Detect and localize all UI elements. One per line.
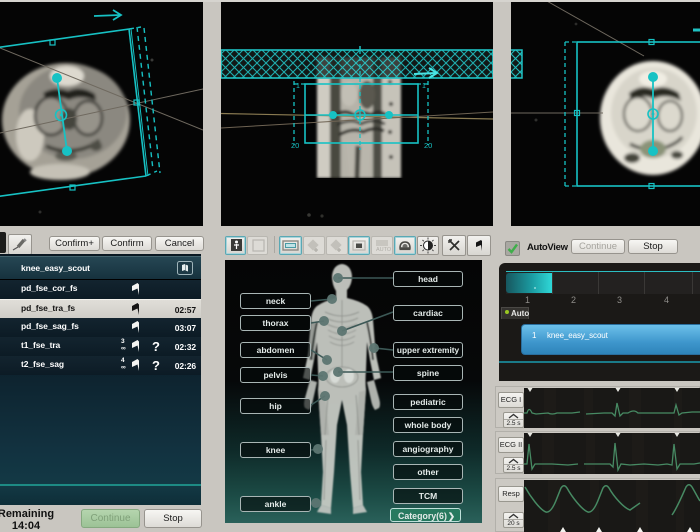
svg-text:1: 1: [296, 83, 300, 90]
svg-text:AUTO: AUTO: [376, 247, 392, 253]
svg-text:20: 20: [424, 141, 432, 150]
svg-text:1: 1: [422, 83, 426, 90]
svg-text:20: 20: [291, 141, 299, 150]
